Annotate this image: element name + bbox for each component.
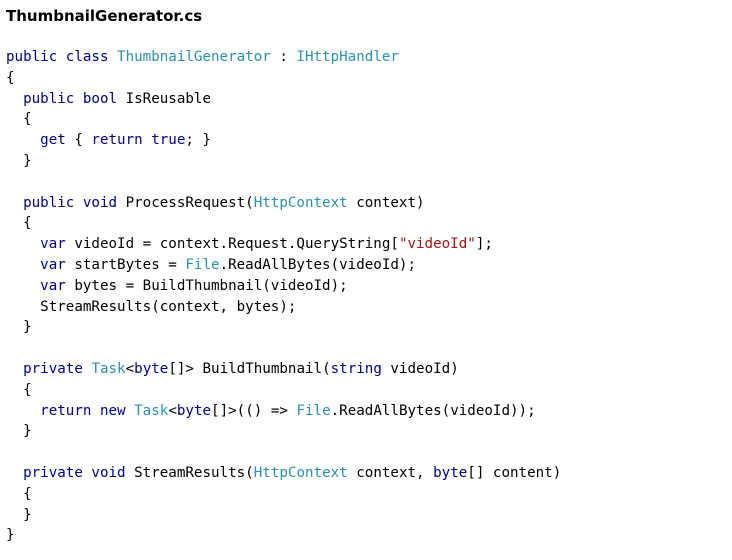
code-line: public void ProcessRequest(HttpContext c… xyxy=(6,193,561,214)
code-line: } xyxy=(6,317,561,338)
code-token: ; } xyxy=(185,132,212,149)
code-token: } xyxy=(6,527,15,544)
code-token: ThumbnailGenerator xyxy=(117,49,271,65)
code-token: StreamResults( xyxy=(134,464,254,481)
code-token: Task xyxy=(134,402,169,419)
code-line: var bytes = BuildThumbnail(videoId); xyxy=(6,276,561,297)
code-line: StreamResults(context, bytes); xyxy=(6,297,561,318)
code-token: } xyxy=(23,152,32,169)
code-token: var xyxy=(40,256,75,273)
code-line: } xyxy=(6,525,561,546)
code-token: } xyxy=(23,423,32,440)
code-line: get { return true; } xyxy=(6,130,561,151)
code-line: { xyxy=(6,109,561,130)
code-token: IsReusable xyxy=(125,90,212,107)
code-token: startBytes = xyxy=(74,256,186,273)
code-token: context) xyxy=(347,194,425,211)
code-token: "videoId" xyxy=(398,236,476,253)
code-line: { xyxy=(6,484,561,505)
code-token: context, xyxy=(347,464,434,481)
code-line: private void StreamResults(HttpContext c… xyxy=(6,463,561,484)
code-line: } xyxy=(6,421,561,442)
code-line: private Task<byte[]> BuildThumbnail(stri… xyxy=(6,359,561,380)
code-line: { xyxy=(6,213,561,234)
code-token: HttpContext xyxy=(253,194,348,211)
code-token: } xyxy=(23,506,32,523)
code-token: private void xyxy=(23,464,135,481)
code-token: return new xyxy=(40,402,135,419)
code-token: byte xyxy=(433,464,468,481)
code-token: File xyxy=(296,402,331,419)
code-token: .ReadAllBytes(videoId); xyxy=(219,256,417,273)
code-token: ProcessRequest( xyxy=(125,194,254,211)
code-token: return true xyxy=(91,132,186,149)
code-line: { xyxy=(6,68,561,89)
code-token: var xyxy=(40,277,75,294)
code-token: videoId) xyxy=(390,360,459,377)
code-line: public class ThumbnailGenerator : IHttpH… xyxy=(6,47,561,68)
code-token: [] content) xyxy=(467,464,562,481)
code-token: IHttpHandler xyxy=(296,49,399,65)
code-token: File xyxy=(185,256,220,273)
code-line: public bool IsReusable xyxy=(6,89,561,110)
code-line: var videoId = context.Request.QueryStrin… xyxy=(6,234,561,255)
code-token: : xyxy=(270,49,297,65)
code-token: ]; xyxy=(475,236,493,253)
code-token: public bool xyxy=(23,90,126,107)
code-line: } xyxy=(6,505,561,526)
code-token: { xyxy=(23,215,32,232)
code-token: public class xyxy=(6,49,118,65)
code-token: < xyxy=(168,402,177,419)
code-token: .ReadAllBytes(videoId)); xyxy=(330,402,536,419)
code-token: byte xyxy=(134,360,169,377)
file-title: ThumbnailGenerator.cs xyxy=(6,7,203,25)
code-token: public void xyxy=(23,194,126,211)
code-token: private xyxy=(23,360,92,377)
code-line: var startBytes = File.ReadAllBytes(video… xyxy=(6,255,561,276)
code-token: < xyxy=(125,360,135,377)
code-token: { xyxy=(23,381,32,398)
code-token: { xyxy=(6,69,15,86)
code-token: } xyxy=(23,319,32,336)
code-token: string xyxy=(330,360,391,377)
code-token: StreamResults(context, bytes); xyxy=(40,298,297,315)
code-token: []> BuildThumbnail( xyxy=(168,360,331,377)
code-token: []>(() => xyxy=(211,402,297,419)
code-line: return new Task<byte[]>(() => File.ReadA… xyxy=(6,401,561,422)
code-token: HttpContext xyxy=(253,464,348,481)
code-token: { xyxy=(65,132,92,149)
code-line: } xyxy=(6,151,561,172)
code-line: { xyxy=(6,380,561,401)
code-token: get xyxy=(40,132,66,149)
code-token: bytes = BuildThumbnail(videoId); xyxy=(74,277,348,294)
code-token: Task xyxy=(91,360,126,377)
code-token: videoId = context.Request.QueryString[ xyxy=(74,236,399,253)
code-token: { xyxy=(23,485,32,502)
code-block: public class ThumbnailGenerator : IHttpH… xyxy=(6,47,561,546)
code-token: { xyxy=(23,111,32,128)
code-token: byte xyxy=(176,402,212,419)
code-token: var xyxy=(40,236,75,253)
